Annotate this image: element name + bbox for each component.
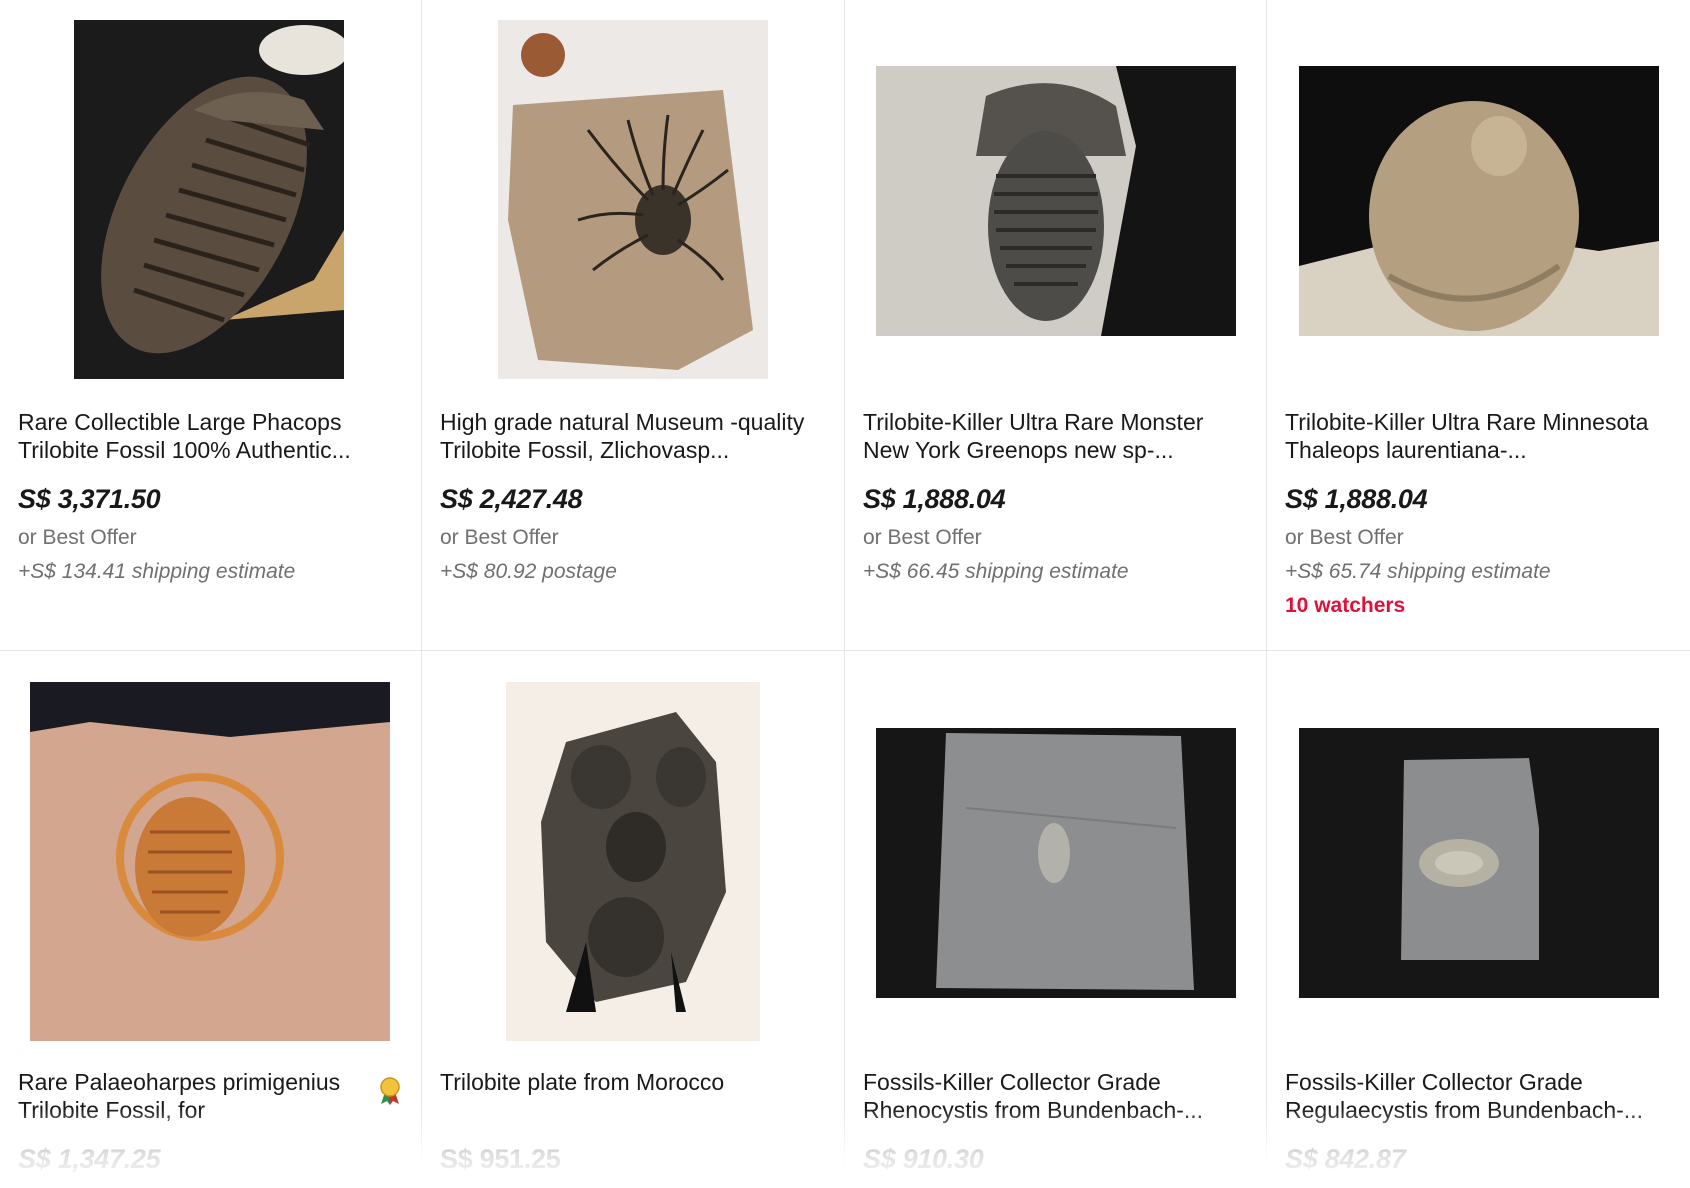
trilobite-plate-photo-icon[interactable]: [506, 682, 760, 1041]
spiny-trilobite-photo-icon[interactable]: [498, 20, 768, 379]
listing-title[interactable]: Trilobite-Killer Ultra Rare Minnesota Th…: [1285, 408, 1666, 464]
listing-price: S$ 3,371.50: [18, 484, 161, 514]
listing-card[interactable]: Fossils-Killer Collector Grade Regulaecy…: [1267, 651, 1690, 1188]
listing-price: S$ 1,888.04: [863, 484, 1006, 514]
listing-card[interactable]: Trilobite-Killer Ultra Rare Monster New …: [845, 0, 1266, 650]
orange-trilobite-photo-icon[interactable]: [30, 682, 390, 1041]
shipping-estimate: +S$ 80.92 postage: [440, 560, 617, 583]
listing-title[interactable]: Fossils-Killer Collector Grade Rhenocyst…: [863, 1068, 1242, 1124]
listing-price: S$ 910.30: [863, 1144, 984, 1174]
listing-card[interactable]: Fossils-Killer Collector Grade Rhenocyst…: [845, 651, 1266, 1188]
shipping-estimate: +S$ 65.74 shipping estimate: [1285, 560, 1551, 583]
listing-card[interactable]: Trilobite plate from Morocco S$ 951.25: [422, 651, 844, 1188]
top-rated-seller-icon: [377, 1076, 403, 1106]
watchers-count: 10 watchers: [1285, 594, 1406, 617]
listing-price: S$ 842.87: [1285, 1144, 1406, 1174]
slate-fossil-photo-icon[interactable]: [1299, 728, 1659, 998]
listing-price: S$ 1,888.04: [1285, 484, 1428, 514]
listing-card[interactable]: High grade natural Museum -quality Trilo…: [422, 0, 844, 650]
trilobite-photo-icon[interactable]: [74, 20, 344, 379]
listing-card[interactable]: Trilobite-Killer Ultra Rare Minnesota Th…: [1267, 0, 1690, 650]
listing-title[interactable]: Rare Collectible Large Phacops Trilobite…: [18, 408, 397, 464]
listing-title[interactable]: High grade natural Museum -quality Trilo…: [440, 408, 820, 464]
listing-grid: Rare Collectible Large Phacops Trilobite…: [0, 0, 1690, 1188]
shipping-estimate: +S$ 134.41 shipping estimate: [18, 560, 296, 583]
listing-price: S$ 2,427.48: [440, 484, 583, 514]
best-offer-label: or Best Offer: [863, 526, 982, 549]
smooth-trilobite-photo-icon[interactable]: [1299, 66, 1659, 336]
best-offer-label: or Best Offer: [1285, 526, 1404, 549]
listing-card[interactable]: Rare Palaeoharpes primigenius Trilobite …: [0, 651, 421, 1188]
listing-price: S$ 951.25: [440, 1144, 561, 1174]
best-offer-label: or Best Offer: [18, 526, 137, 549]
best-offer-label: or Best Offer: [440, 526, 559, 549]
listing-title[interactable]: Trilobite plate from Morocco: [440, 1068, 820, 1096]
listing-card[interactable]: Rare Collectible Large Phacops Trilobite…: [0, 0, 421, 650]
listing-title[interactable]: Trilobite-Killer Ultra Rare Monster New …: [863, 408, 1242, 464]
listing-title[interactable]: Fossils-Killer Collector Grade Regulaecy…: [1285, 1068, 1666, 1124]
shipping-estimate: +S$ 66.45 shipping estimate: [863, 560, 1129, 583]
listing-price: S$ 1,347.25: [18, 1144, 161, 1174]
slate-fossil-photo-icon[interactable]: [876, 728, 1236, 998]
trilobite-photo-icon[interactable]: [876, 66, 1236, 336]
listing-title[interactable]: Rare Palaeoharpes primigenius Trilobite …: [18, 1068, 371, 1124]
